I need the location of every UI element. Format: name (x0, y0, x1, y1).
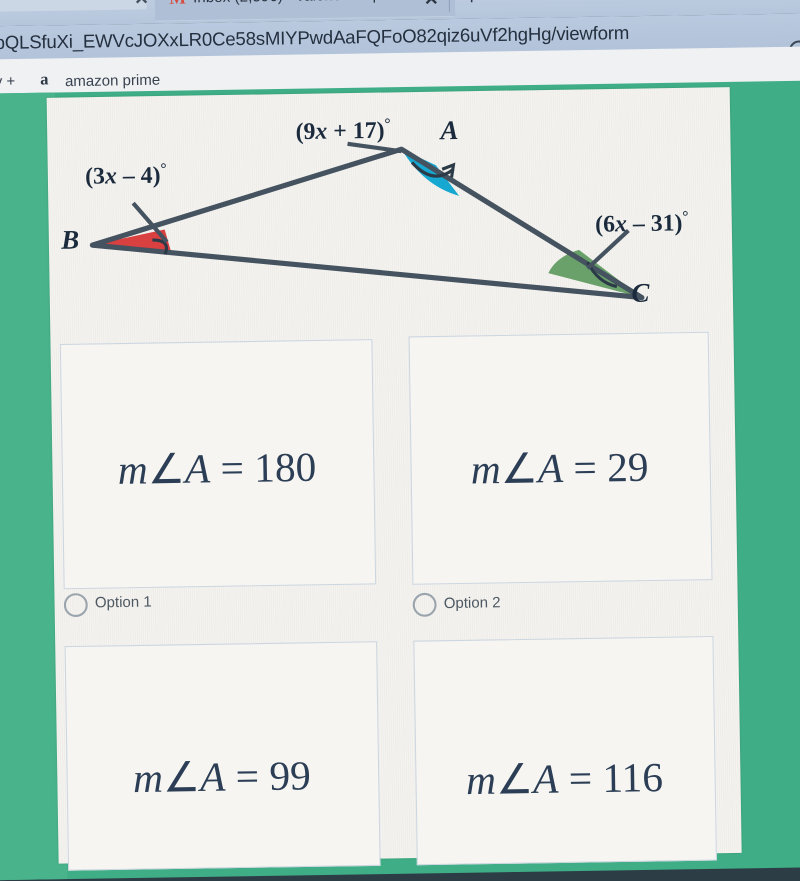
vertex-label-c: C (631, 277, 650, 309)
option-math-1: m∠A = 180 (117, 443, 317, 494)
angle-label-b: (3x – 4)° (84, 161, 167, 189)
option-image-4[interactable] (413, 635, 717, 866)
tab-divider (448, 0, 451, 12)
vertex-label-a: A (440, 115, 459, 146)
bookmark-amazon-prime[interactable]: amazon prime (65, 72, 160, 90)
amazon-icon: a (40, 70, 49, 89)
triangle-outline (89, 146, 645, 301)
option-math-4: m∠A = 116 (465, 753, 664, 804)
vertex-label-b: B (61, 224, 80, 255)
angle-label-a: (9x + 17)° (295, 116, 391, 145)
close-icon[interactable]: ✕ (134, 0, 149, 9)
plus-icon[interactable]: + (465, 0, 478, 11)
option-math-3: m∠A = 99 (132, 752, 312, 802)
option-math-2: m∠A = 29 (470, 443, 649, 493)
angle-label-c: (6x – 31)° (594, 208, 689, 237)
option-label-1[interactable]: Option 1 (95, 594, 152, 611)
gmail-icon: M (169, 0, 186, 9)
browser-screen: t 7 Test ✕ M Inbox (2,596) - valeriemarq… (0, 0, 800, 881)
close-icon[interactable]: ✕ (424, 0, 439, 10)
triangle-angle-diagram: (9x + 17)° A (3x – 4)° B (6x – 31)° C (47, 92, 734, 336)
option-label-2[interactable]: Option 2 (444, 595, 501, 612)
bookmark-disney-plus[interactable]: ney + (0, 73, 15, 90)
